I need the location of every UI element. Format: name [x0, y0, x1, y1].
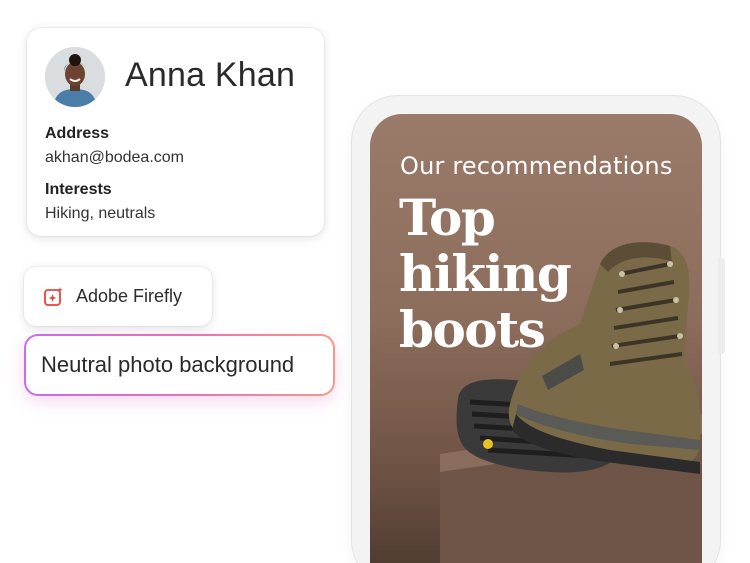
recommendation-headline: Top hiking boots	[399, 188, 572, 359]
address-value: akhan@bodea.com	[45, 149, 184, 166]
prompt-field[interactable]: Neutral photo background	[24, 334, 335, 396]
prompt-input-value: Neutral photo background	[41, 352, 295, 377]
profile-card: Anna Khan Address akhan@bodea.com Intere…	[27, 28, 324, 236]
phone-side-button	[718, 258, 725, 354]
adobe-firefly-label: Adobe Firefly	[76, 286, 183, 306]
adobe-firefly-button[interactable]: Adobe Firefly	[24, 267, 212, 326]
prompt-input[interactable]: Neutral photo background	[26, 336, 333, 394]
interests-label: Interests	[45, 181, 112, 198]
profile-name: Anna Khan	[125, 56, 296, 94]
phone-screen: Our recommendations Top hiking boots	[370, 114, 702, 563]
avatar	[45, 47, 105, 107]
firefly-sparkle-icon	[43, 286, 65, 308]
interests-value: Hiking, neutrals	[45, 205, 156, 222]
address-label: Address	[45, 125, 110, 142]
recommendations-subtitle: Our recommendations	[400, 152, 673, 180]
avatar-photo	[45, 47, 105, 107]
